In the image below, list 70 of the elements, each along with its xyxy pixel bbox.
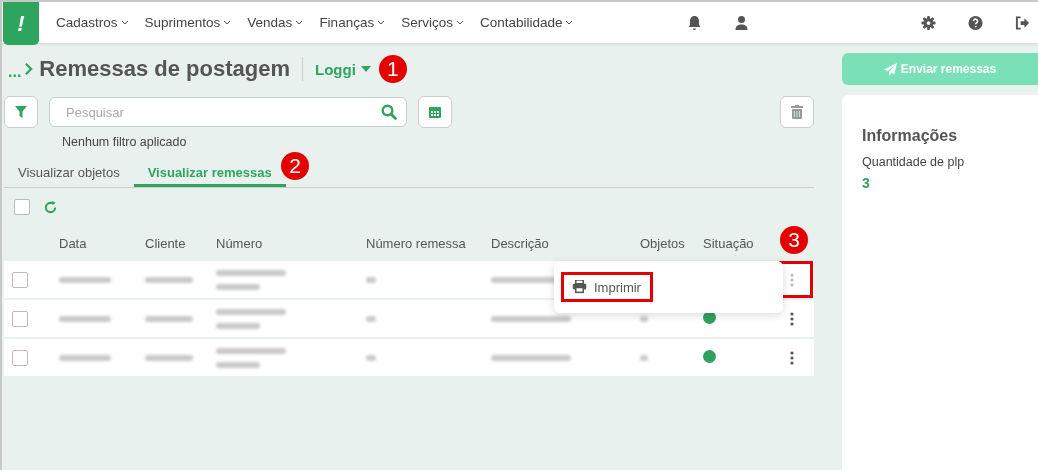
nav-menu[interactable]: Cadastros	[48, 15, 137, 30]
more-options-icon[interactable]	[790, 311, 794, 326]
tab[interactable]: Visualizar objetos	[4, 165, 134, 187]
search-field[interactable]: Pesquisar	[49, 97, 407, 127]
settings-icon[interactable]	[921, 14, 936, 31]
chevron-down-icon	[223, 20, 232, 25]
blurred-text	[640, 354, 648, 361]
caret-icon	[360, 66, 371, 72]
paper-plane-icon	[883, 62, 897, 76]
blurred-text	[366, 315, 376, 322]
column-header: Número remessa	[366, 236, 467, 251]
blurred-text	[366, 354, 376, 361]
nav-menu[interactable]: Contabilidade	[471, 15, 582, 30]
blurred-text	[59, 354, 111, 361]
nav-menu[interactable]: Serviços	[393, 15, 472, 30]
blurred-text	[145, 315, 193, 322]
filter-status: Nenhum filtro aplicado	[62, 135, 188, 149]
trash-icon	[791, 105, 803, 119]
nav-menu[interactable]: Vendas	[239, 15, 312, 30]
filter-button[interactable]	[4, 96, 38, 128]
blurred-text	[59, 315, 111, 322]
info-label: Quantidade de plp	[862, 155, 966, 169]
chevron-down-icon	[295, 20, 304, 25]
blurred-text	[216, 283, 260, 290]
column-header: Data	[59, 236, 88, 251]
user-icon[interactable]	[734, 14, 749, 31]
row-checkbox[interactable]	[12, 349, 28, 366]
print-menu-item[interactable]: Imprimir	[561, 272, 653, 302]
row-checkbox[interactable]	[12, 271, 28, 288]
chevron-down-icon	[377, 20, 386, 25]
bell-icon[interactable]	[687, 14, 702, 31]
blurred-text	[59, 276, 111, 283]
search-icon[interactable]	[381, 104, 397, 120]
chevron-icon	[24, 62, 34, 76]
panel-title: Informações	[862, 127, 959, 145]
blurred-text	[145, 276, 193, 283]
blurred-text	[216, 269, 286, 276]
calendar-icon	[428, 105, 442, 119]
column-header: Número	[216, 236, 264, 251]
column-header: Objetos	[640, 236, 686, 251]
column-header: Situação	[703, 236, 755, 251]
callout-number: 1	[378, 55, 407, 83]
blurred-text	[216, 361, 260, 368]
page-title: Remessas de postagem	[39, 56, 290, 82]
logout-icon[interactable]	[1015, 14, 1030, 31]
blurred-text	[216, 308, 286, 315]
printer-icon	[572, 280, 587, 294]
callout-number: 2	[281, 152, 309, 180]
blurred-text	[216, 322, 260, 329]
column-header: Descrição	[491, 236, 550, 251]
select-all-checkbox[interactable]	[14, 199, 30, 215]
chevron-down-icon	[120, 20, 129, 25]
calendar-button[interactable]	[418, 96, 452, 128]
nav-menu[interactable]: Suprimentos	[136, 15, 240, 30]
nav-menu[interactable]: Finanças	[311, 15, 394, 30]
blurred-text	[366, 276, 376, 283]
blurred-text	[216, 347, 286, 354]
info-value: 3	[862, 175, 871, 191]
refresh-icon[interactable]	[44, 200, 57, 214]
filter-icon	[15, 106, 27, 118]
delete-button[interactable]	[780, 96, 814, 128]
more-options-icon[interactable]	[790, 350, 794, 365]
row-checkbox[interactable]	[12, 310, 28, 327]
blurred-text	[145, 354, 193, 361]
blurred-text	[640, 315, 648, 322]
column-header: Cliente	[145, 236, 187, 251]
chevron-down-icon	[565, 20, 574, 25]
help-icon[interactable]	[968, 14, 983, 31]
callout-number: 3	[780, 226, 808, 254]
chevron-down-icon	[455, 20, 464, 25]
